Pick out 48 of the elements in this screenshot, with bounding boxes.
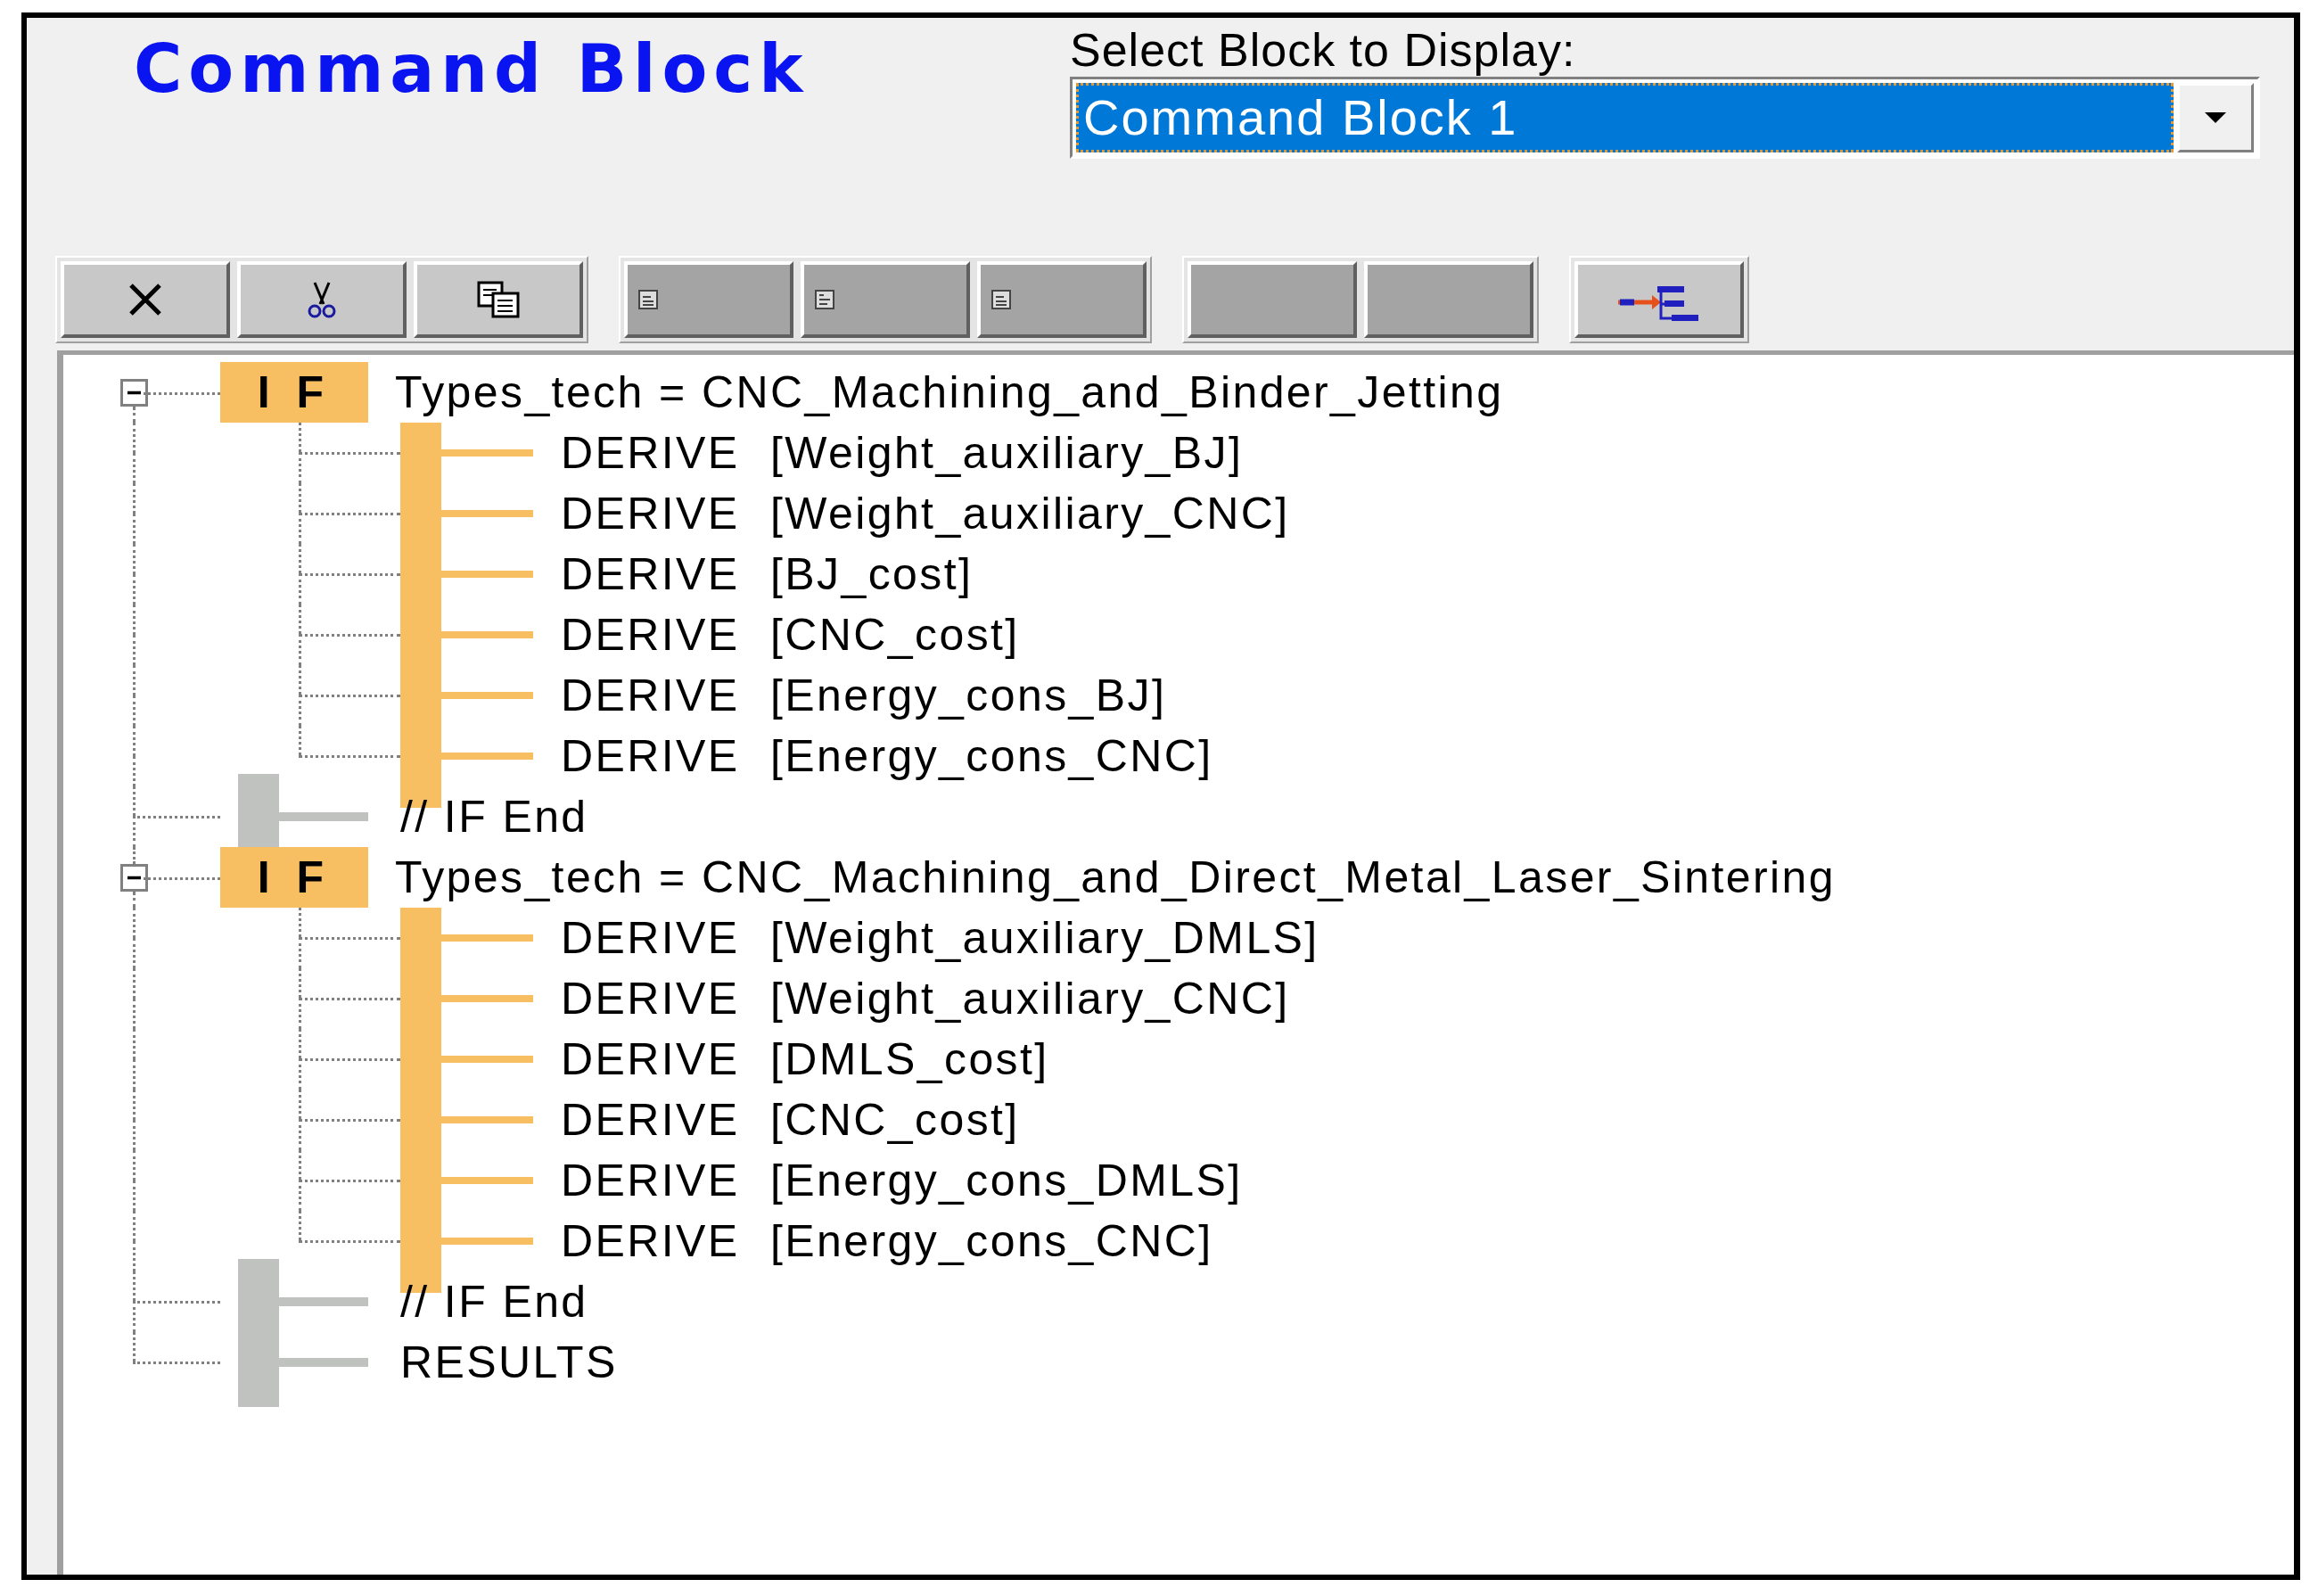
variable-name: [BJ_cost] (770, 548, 974, 601)
toolbar-button[interactable] (414, 261, 583, 338)
derive-keyword: DERIVE (561, 912, 741, 965)
copy-icon (477, 281, 520, 318)
variable-name: [DMLS_cost] (770, 1033, 1049, 1086)
derive-keyword: DERIVE (561, 1033, 741, 1086)
variable-name: [CNC_cost] (770, 609, 1020, 662)
toolbar-button[interactable] (1574, 261, 1744, 338)
collapse-icon[interactable] (120, 863, 148, 892)
toolbar-button[interactable] (61, 261, 230, 338)
derive-keyword: DERIVE (561, 1155, 741, 1207)
if-keyword: I F (220, 847, 368, 908)
condition-text: Types_tech = CNC_Machining_and_Binder_Jetting (394, 366, 1504, 419)
collapse-icon[interactable] (120, 378, 148, 407)
end-statement: RESULTS (399, 1337, 618, 1389)
derive-keyword: DERIVE (561, 670, 741, 722)
document-icon (638, 290, 658, 309)
derive-keyword: DERIVE (561, 730, 741, 783)
bracket-bar (400, 908, 441, 968)
variable-name: [Energy_cons_DMLS] (770, 1155, 1243, 1207)
variable-name: [Weight_auxiliary_CNC] (770, 973, 1290, 1025)
condition-text: Types_tech = CNC_Machining_and_Direct_Metal_Laser_Sintering (394, 851, 1837, 904)
variable-name: [Energy_cons_CNC] (770, 730, 1213, 783)
derive-keyword: DERIVE (561, 427, 741, 480)
variable-name: [Weight_auxiliary_DMLS] (770, 912, 1319, 965)
document-icon (991, 290, 1011, 309)
caret-icon (2205, 112, 2226, 123)
derive-keyword: DERIVE (561, 488, 741, 540)
variable-name: [Energy_cons_BJ] (770, 670, 1167, 722)
derive-keyword: DERIVE (561, 973, 741, 1025)
end-statement: // IF End (399, 791, 588, 843)
variable-name: [Weight_auxiliary_BJ] (770, 427, 1244, 480)
derive-keyword: DERIVE (561, 1215, 741, 1268)
if-keyword: I F (220, 362, 368, 423)
derive-keyword: DERIVE (561, 548, 741, 601)
end-statement: // IF End (399, 1276, 588, 1329)
window-title: Command Block (134, 30, 810, 109)
variable-name: [Weight_auxiliary_CNC] (770, 488, 1290, 540)
bracket-bar (400, 423, 441, 483)
dropdown-button[interactable] (2177, 83, 2254, 152)
document-icon (815, 290, 834, 309)
toolbar-button[interactable] (237, 261, 407, 338)
derive-keyword: DERIVE (561, 1094, 741, 1147)
select-label: Select Block to Display: (1070, 23, 1577, 77)
block-select[interactable]: Command Block 1 (1070, 77, 2260, 159)
variable-name: [Energy_cons_CNC] (770, 1215, 1213, 1268)
variable-name: [CNC_cost] (770, 1094, 1020, 1147)
derive-keyword: DERIVE (561, 609, 741, 662)
